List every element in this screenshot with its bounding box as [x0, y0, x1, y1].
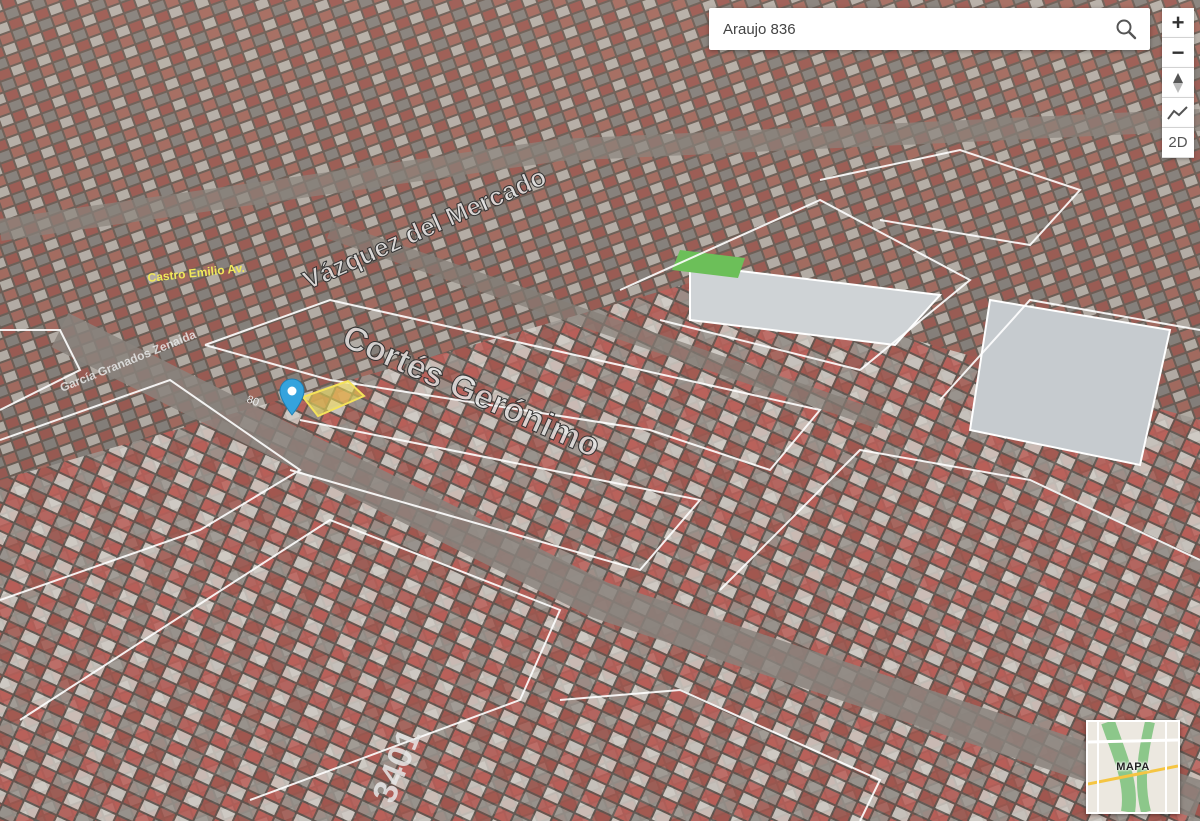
- compass-icon: [1173, 72, 1183, 93]
- toggle-2d-button[interactable]: 2D: [1162, 128, 1194, 158]
- search-box: [709, 8, 1150, 50]
- zoom-in-button[interactable]: +: [1162, 8, 1194, 38]
- minimap-label: MAPA: [1116, 761, 1150, 773]
- map-viewport[interactable]: Castro Emilio Av. Vázquez del Mercado Ga…: [0, 0, 1200, 821]
- search-icon: [1116, 19, 1137, 40]
- search-input[interactable]: [709, 8, 1101, 50]
- map-controls: + − 2D: [1162, 8, 1194, 158]
- elevation-profile-button[interactable]: [1162, 98, 1194, 128]
- minimap-button[interactable]: MAPA: [1086, 720, 1180, 814]
- line-chart-icon: [1167, 105, 1188, 120]
- zoom-out-button[interactable]: −: [1162, 38, 1194, 68]
- compass-button[interactable]: [1162, 68, 1194, 98]
- zoom-out-label: −: [1171, 39, 1185, 65]
- toggle-2d-label: 2D: [1168, 134, 1188, 151]
- location-pin-icon[interactable]: [279, 378, 305, 416]
- satellite-3d-view[interactable]: Castro Emilio Av. Vázquez del Mercado Ga…: [0, 0, 1200, 821]
- zoom-in-label: +: [1171, 9, 1185, 35]
- search-button[interactable]: [1110, 13, 1142, 45]
